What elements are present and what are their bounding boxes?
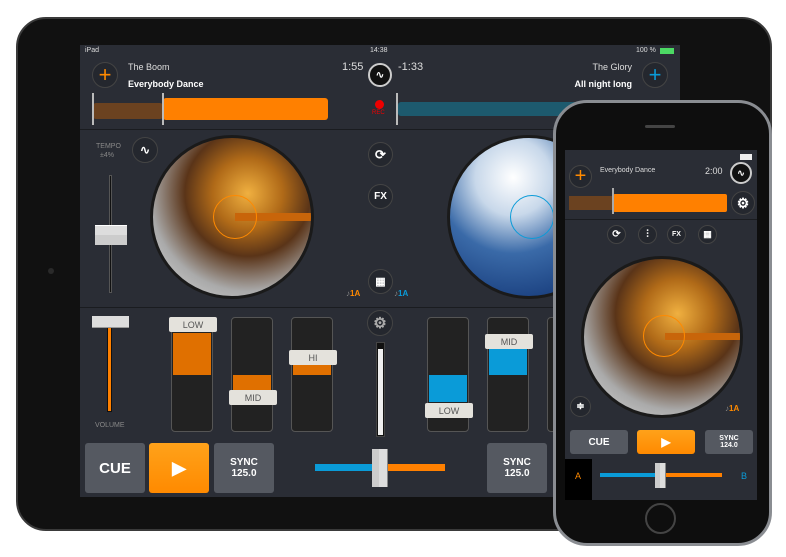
app-logo-icon[interactable]: ∿	[730, 162, 752, 184]
eq-a-hi[interactable]: HI	[289, 317, 337, 432]
eq-level-fill	[233, 375, 271, 390]
sync-button-a[interactable]: SYNC 125.0	[214, 443, 274, 493]
deck-a-elapsed: 1:55	[342, 61, 364, 73]
eq-knob-label[interactable]: MID	[229, 390, 277, 405]
pitch-icon[interactable]: ≑	[570, 396, 591, 417]
play-button[interactable]: ▶	[637, 430, 695, 454]
crossfader-track-b[interactable]	[658, 473, 722, 477]
tempo-range: ±4%	[100, 152, 114, 159]
play-button-a[interactable]: ▶	[149, 443, 209, 493]
status-battery: 100 %	[636, 47, 656, 54]
loop-icon[interactable]: ⟳	[607, 225, 626, 244]
playhead-a[interactable]	[162, 93, 164, 125]
sync-label: SYNC	[503, 457, 531, 468]
crossfader-track-a[interactable]	[600, 473, 658, 477]
app-logo-icon[interactable]: ∿	[368, 63, 392, 87]
eq-sliders-icon[interactable]: ⫶	[638, 225, 657, 244]
track-time: 2:00	[705, 166, 723, 176]
crossfader-b-label: B	[741, 471, 748, 481]
tempo-label: TEMPO	[96, 143, 121, 150]
fx-button[interactable]: FX	[667, 225, 686, 244]
fx-button[interactable]: FX	[368, 184, 393, 209]
eq-level-fill	[489, 349, 527, 375]
deck-a-key: ♪1A	[346, 289, 361, 298]
cue-button-a[interactable]: CUE	[85, 443, 145, 493]
load-track-a-button[interactable]: +	[92, 62, 118, 88]
eq-level-fill	[173, 333, 211, 375]
iphone-screen: + Everybody Dance 2:00 ∿ ⚙ ⟳ ⫶ FX ▦ ≑ ♪1…	[565, 150, 757, 500]
deck-b-remaining: -1:33	[398, 61, 424, 73]
cue-button[interactable]: CUE	[570, 430, 628, 454]
track-title: Everybody Dance	[600, 167, 656, 174]
battery-icon	[740, 154, 752, 160]
crossfader-thumb[interactable]	[655, 463, 666, 488]
grid-icon[interactable]: ▦	[368, 269, 393, 294]
eq-level-fill	[293, 365, 331, 375]
crossfader-thumb[interactable]	[372, 449, 388, 487]
eq-knob-label[interactable]: HI	[289, 350, 337, 365]
divider	[565, 219, 757, 220]
iphone-speaker	[645, 125, 675, 128]
cue-marker-a[interactable]	[92, 93, 94, 125]
ipad-camera	[48, 268, 54, 274]
tempo-slider-thumb[interactable]	[95, 225, 127, 245]
bpm-value: 124.0	[720, 442, 738, 449]
volume-label: VOLUME	[95, 422, 125, 429]
eq-knob-label[interactable]: LOW	[425, 403, 473, 418]
eq-b-low[interactable]: LOW	[425, 317, 473, 432]
sync-button-b[interactable]: SYNC 125.0	[487, 443, 547, 493]
crossfader-a-label: A	[575, 471, 582, 481]
sync-label: SYNC	[719, 435, 739, 442]
waveform-toggle-icon[interactable]: ∿	[132, 137, 158, 163]
rec-label: REC	[372, 110, 385, 116]
deck-b-artist: The Glory	[592, 62, 632, 72]
playhead[interactable]	[612, 188, 614, 214]
crossfader-track-b[interactable]	[381, 464, 445, 471]
eq-a-mid[interactable]: MID	[229, 317, 277, 432]
eq-level-fill	[429, 375, 467, 402]
platter-center-ring	[643, 315, 685, 357]
sync-label: SYNC	[230, 457, 258, 468]
eq-a-low[interactable]: LOW	[169, 317, 217, 432]
platter-center-ring	[510, 195, 554, 239]
eq-b-mid[interactable]: MID	[485, 317, 533, 432]
volume-fader-thumb[interactable]	[92, 316, 129, 328]
track-key: ♪1A	[725, 404, 740, 413]
waveform-a[interactable]	[163, 98, 328, 120]
sync-button[interactable]: SYNC 124.0	[705, 430, 753, 454]
deck-a-artist: The Boom	[128, 62, 170, 72]
grid-icon[interactable]: ▦	[698, 225, 717, 244]
gear-icon[interactable]: ⚙	[367, 310, 393, 336]
platter-center-ring	[213, 195, 257, 239]
bpm-value: 125.0	[231, 468, 257, 479]
waveform[interactable]	[613, 194, 727, 212]
loop-icon[interactable]: ⟳	[368, 142, 393, 167]
home-button[interactable]	[645, 503, 676, 534]
deck-a-platter[interactable]	[150, 135, 314, 299]
deck-platter[interactable]	[581, 256, 743, 418]
play-icon: ▶	[661, 435, 671, 449]
deck-b-title: All night long	[574, 79, 633, 89]
volume-fader-track[interactable]	[107, 325, 112, 412]
play-icon: ▶	[172, 457, 186, 478]
record-button[interactable]	[375, 100, 384, 109]
status-device: iPad	[85, 47, 100, 54]
deck-b-key: ♪1A	[394, 289, 409, 298]
waveform-played[interactable]	[569, 196, 613, 210]
master-level-meter	[376, 342, 385, 437]
deck-a-title: Everybody Dance	[128, 79, 204, 89]
waveform-a-played[interactable]	[93, 103, 163, 119]
eq-knob-label[interactable]: MID	[485, 334, 533, 349]
bpm-value: 125.0	[504, 468, 530, 479]
eq-knob-label[interactable]: LOW	[169, 317, 217, 332]
meter-fill	[378, 349, 383, 435]
load-track-b-button[interactable]: +	[642, 62, 668, 88]
battery-icon	[660, 48, 674, 54]
load-track-button[interactable]: +	[569, 165, 592, 188]
gear-icon[interactable]: ⚙	[731, 191, 755, 215]
status-time: 14:38	[370, 47, 388, 54]
